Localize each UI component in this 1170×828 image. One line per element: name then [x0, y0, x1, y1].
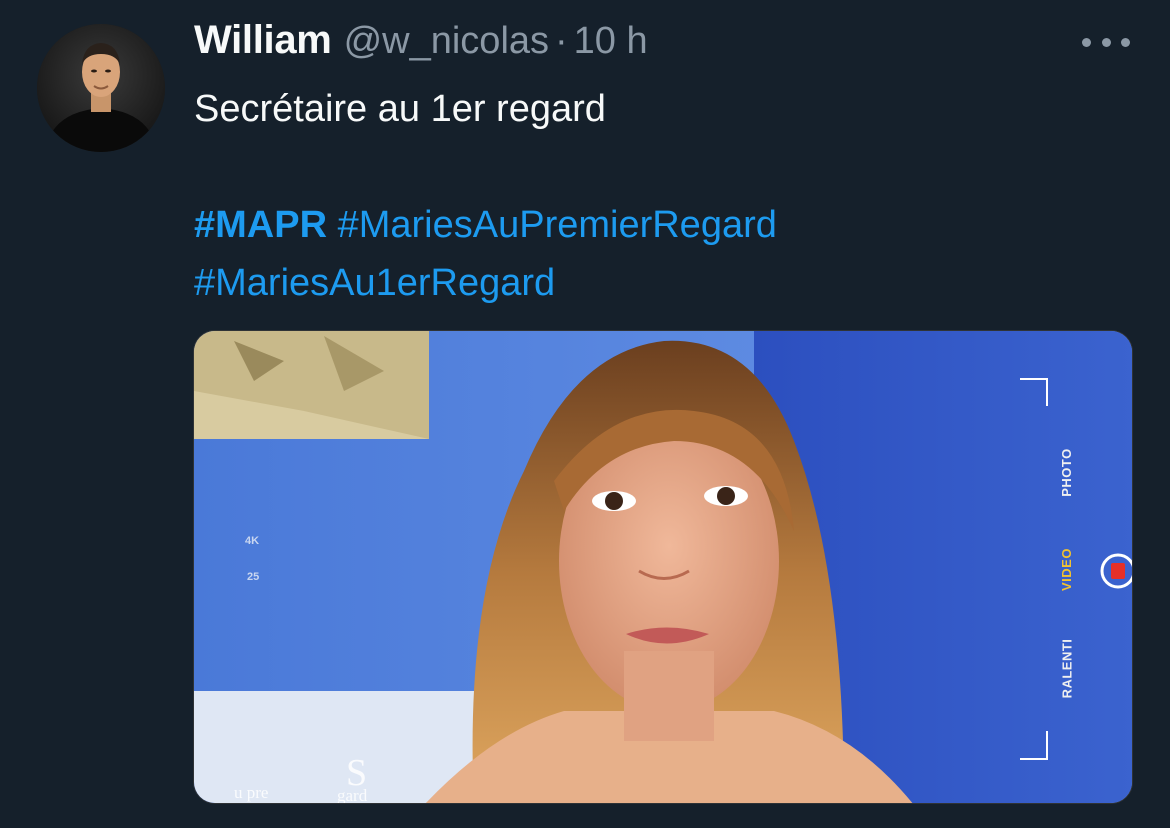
more-horizontal-icon [1082, 37, 1091, 47]
more-options-button[interactable] [1082, 30, 1130, 54]
more-horizontal-icon [1101, 37, 1111, 47]
hashtag-line: #MariesAu1erRegard [194, 254, 1094, 312]
hashtag-line: #MAPR #MariesAuPremierRegard [194, 196, 1094, 254]
separator-dot: · [555, 20, 568, 62]
tweet[interactable]: William @w_nicolas · 10 h Secrétaire au … [0, 0, 1170, 828]
tweet-text-line: Secrétaire au 1er regard [194, 88, 606, 130]
display-name[interactable]: William [194, 18, 332, 63]
avatar-image [37, 24, 165, 152]
more-horizontal-icon [1121, 37, 1130, 47]
tweet-text: Secrétaire au 1er regard #MAPR #MariesAu… [194, 80, 1094, 312]
resolution-label: 4K [245, 535, 260, 547]
hashtag-link[interactable]: #MariesAu1erRegard [194, 262, 555, 304]
tweet-header: William @w_nicolas · 10 h [194, 18, 648, 68]
user-handle[interactable]: @w_nicolas [344, 20, 549, 63]
hashtag-link[interactable]: #MariesAuPremierRegard [338, 204, 777, 246]
watermark-left: u pre [234, 783, 269, 802]
camera-mode-photo: PHOTO [1058, 448, 1074, 497]
watermark-right: gard [337, 786, 368, 804]
tweet-media[interactable]: PHOTO VIDEO RALENTI 4K 25 S u pre gard [193, 330, 1133, 804]
hashtag-link[interactable]: #MAPR [194, 204, 327, 246]
camera-mode-ralenti: RALENTI [1059, 638, 1075, 699]
timestamp[interactable]: 10 h [574, 20, 648, 63]
framerate-label: 25 [247, 571, 260, 583]
avatar[interactable] [37, 24, 165, 152]
camera-mode-video: VIDEO [1058, 548, 1074, 591]
media-photo [194, 331, 1132, 803]
